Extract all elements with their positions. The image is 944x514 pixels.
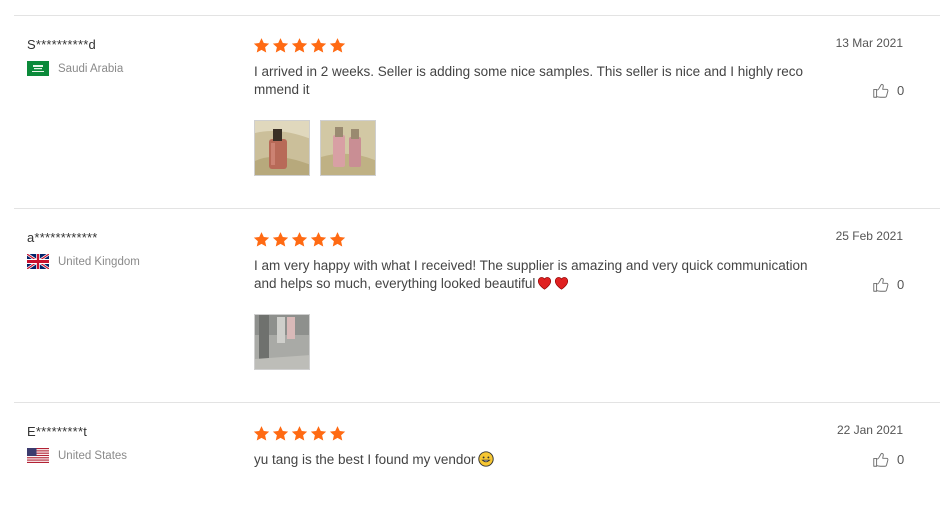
review-date: 25 Feb 2021 [835,229,903,243]
country-name: United Kingdom [58,255,140,268]
red-heart-icon [554,276,569,290]
product-photo-image [255,121,309,175]
star-icon [291,37,308,54]
country-name: Saudi Arabia [58,62,124,75]
saudi-arabia-flag-icon [27,61,49,76]
star-icon [272,231,289,248]
like-button[interactable]: 0 [872,276,904,293]
star-icon [272,37,289,54]
review-date: 22 Jan 2021 [836,423,903,437]
review-text: I am very happy with what I received! Th… [254,258,808,291]
reviewer-country: Saudi Arabia [27,61,123,76]
star-icon [329,231,346,248]
review-text-container: I am very happy with what I received! Th… [254,257,810,293]
thumbs-up-icon [872,82,889,99]
reviewer-country: United States [27,448,127,463]
review-text-container: yu tang is the best I found my vendor [254,451,810,469]
star-icon [291,231,308,248]
review-photo-thumbnail[interactable] [254,120,310,176]
thumbs-up-icon [872,276,889,293]
star-rating [253,231,346,248]
reviewer-country: United Kingdom [27,254,140,269]
product-photo-image [321,121,375,175]
star-icon [253,37,270,54]
like-count: 0 [897,452,905,467]
review-date: 13 Mar 2021 [835,36,903,50]
review-photos [254,314,310,370]
reviewer-name: S**********d [27,37,96,52]
star-icon [291,425,308,442]
star-icon [272,425,289,442]
star-rating [253,425,346,442]
united-kingdom-flag-icon [27,254,49,269]
reviewer-name: E*********t [27,424,88,439]
star-icon [329,37,346,54]
review-photos [254,120,376,176]
review-photo-thumbnail[interactable] [254,314,310,370]
divider [14,15,940,16]
thumbs-up-icon [872,451,889,468]
review-text: I arrived in 2 weeks. Seller is adding s… [254,64,804,97]
star-icon [253,425,270,442]
reviewer-name: a************ [27,230,98,245]
like-button[interactable]: 0 [872,451,904,468]
grinning-face-emoji-icon [478,451,495,467]
star-icon [329,425,346,442]
review-photo-thumbnail[interactable] [320,120,376,176]
review-text: yu tang is the best I found my vendor [254,452,476,467]
like-count: 0 [897,83,905,98]
red-heart-icon [537,276,552,290]
star-rating [253,37,346,54]
star-icon [310,231,327,248]
country-name: United States [58,449,128,462]
star-icon [253,231,270,248]
like-button[interactable]: 0 [872,82,904,99]
star-icon [310,425,327,442]
divider [14,402,940,403]
divider [14,208,940,209]
product-photo-image [255,315,309,369]
star-icon [310,37,327,54]
united-states-flag-icon [27,448,49,463]
like-count: 0 [897,277,905,292]
